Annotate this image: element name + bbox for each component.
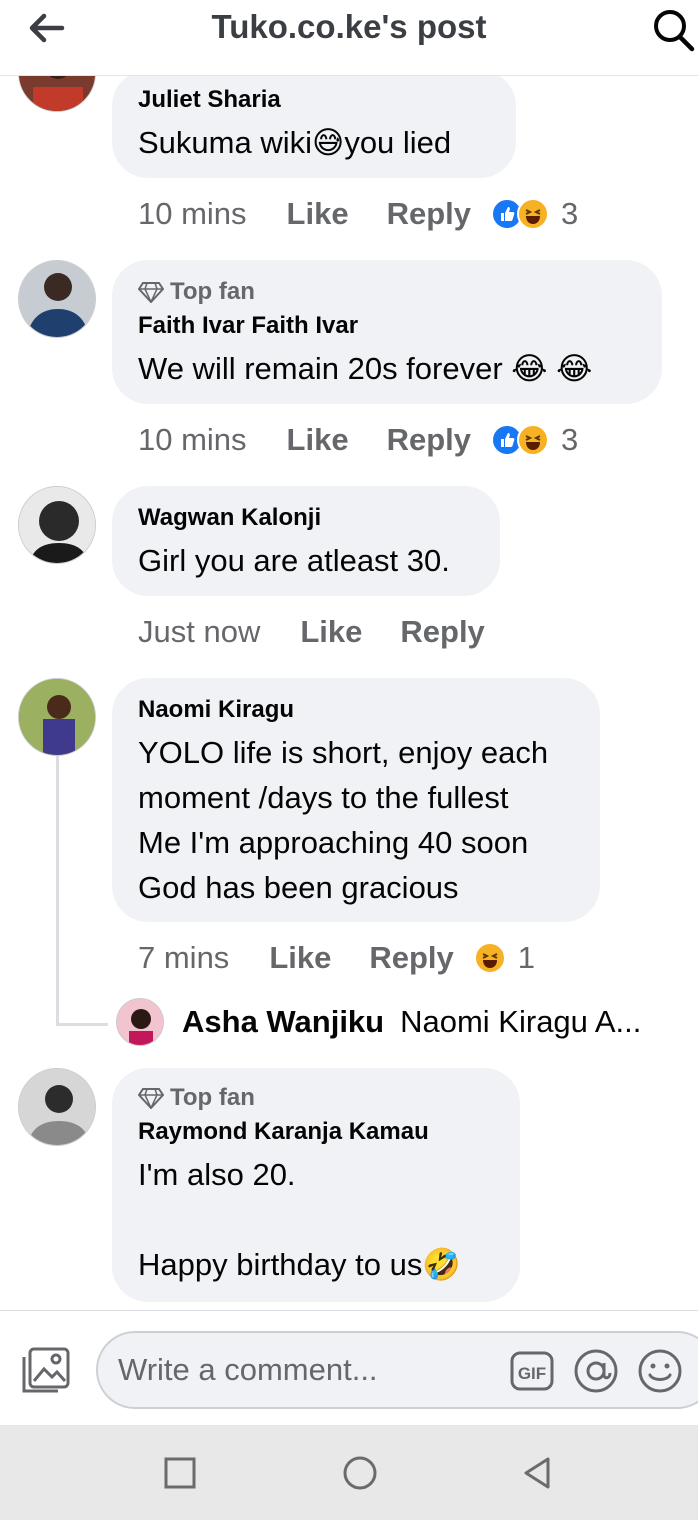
comment-actions: Just now Like Reply xyxy=(138,610,485,654)
top-fan-label: Top fan xyxy=(170,278,255,305)
top-bar: Tuko.co.ke's post xyxy=(0,0,698,76)
emoji-button[interactable] xyxy=(636,1347,684,1395)
comment-actions: 10 mins Like Reply 3 xyxy=(138,418,578,462)
photo-button[interactable] xyxy=(20,1343,74,1397)
mention-button[interactable] xyxy=(572,1347,620,1395)
system-nav-bar xyxy=(0,1425,698,1520)
photo-icon xyxy=(22,1347,70,1393)
top-fan-label: Top fan xyxy=(170,1084,255,1111)
comment-time[interactable]: 10 mins xyxy=(138,422,247,458)
reactions-summary[interactable]: 3 xyxy=(491,422,578,458)
comment-text: Girl you are atleast 30. xyxy=(138,543,450,578)
comment-actions: 10 mins Like Reply 3 xyxy=(138,192,578,236)
comment-time[interactable]: 10 mins xyxy=(138,196,247,232)
comment-input-wrapper: GIF xyxy=(96,1331,698,1409)
comment-composer: GIF xyxy=(0,1310,698,1425)
svg-text:GIF: GIF xyxy=(518,1364,546,1383)
comment-time[interactable]: 7 mins xyxy=(138,940,229,976)
reaction-count: 3 xyxy=(561,196,579,231)
search-button[interactable] xyxy=(652,4,696,52)
home-button[interactable] xyxy=(340,1453,380,1493)
nav-recents-icon xyxy=(164,1457,196,1489)
like-button[interactable]: Like xyxy=(269,940,331,976)
gif-icon: GIF xyxy=(510,1351,554,1391)
reactions-summary[interactable]: 3 xyxy=(491,196,578,232)
reply-button[interactable]: Reply xyxy=(387,422,471,458)
haha-reaction-icon xyxy=(517,424,549,456)
avatar[interactable] xyxy=(116,998,164,1046)
reaction-count: 1 xyxy=(517,940,536,975)
nav-home-icon xyxy=(343,1456,377,1490)
nav-back-icon xyxy=(524,1457,550,1489)
reply-preview[interactable]: Asha Wanjiku Naomi Kiragu A... xyxy=(116,996,641,1048)
top-fan-badge: Top fan xyxy=(138,278,636,306)
comment-bubble: Juliet Sharia Sukuma wiki😅you lied xyxy=(112,70,516,178)
haha-reaction-icon xyxy=(473,942,506,974)
avatar[interactable] xyxy=(18,486,96,564)
like-button[interactable]: Like xyxy=(300,614,362,650)
comment-author[interactable]: Juliet Sharia xyxy=(138,86,490,114)
comment-text: YOLO life is short, enjoy each moment /d… xyxy=(138,735,549,905)
reply-author[interactable]: Asha Wanjiku xyxy=(182,1004,384,1040)
like-button[interactable]: Like xyxy=(287,196,349,232)
comment-bubble: Top fan Raymond Karanja Kamau I'm also 2… xyxy=(112,1068,520,1302)
comment-text: We will remain 20s forever 😂 😂 xyxy=(138,351,593,386)
thread-line xyxy=(56,756,59,1026)
comment-time[interactable]: Just now xyxy=(138,614,260,650)
comment-actions: 7 mins Like Reply 1 xyxy=(138,936,535,980)
page-title: Tuko.co.ke's post xyxy=(211,8,487,45)
like-button[interactable]: Like xyxy=(287,422,349,458)
thread-line xyxy=(56,1023,108,1026)
comment-author[interactable]: Naomi Kiragu xyxy=(138,696,574,724)
reactions-summary[interactable]: 1 xyxy=(473,940,536,976)
emoji-icon xyxy=(638,1349,682,1393)
reaction-count: 3 xyxy=(561,422,579,457)
haha-reaction-icon xyxy=(517,198,549,230)
avatar[interactable] xyxy=(18,260,96,338)
comment-bubble: Naomi Kiragu YOLO life is short, enjoy e… xyxy=(112,678,600,922)
comment-text: Sukuma wiki😅you lied xyxy=(138,125,452,160)
reply-snippet[interactable]: Naomi Kiragu A... xyxy=(400,1004,641,1040)
comment-bubble: Wagwan Kalonji Girl you are atleast 30. xyxy=(112,486,500,596)
search-icon xyxy=(654,10,695,52)
gif-button[interactable]: GIF xyxy=(508,1347,556,1395)
top-fan-badge: Top fan xyxy=(138,1084,494,1112)
reply-button[interactable]: Reply xyxy=(369,940,453,976)
comment-author[interactable]: Wagwan Kalonji xyxy=(138,504,474,532)
mention-icon xyxy=(574,1349,618,1393)
recents-button[interactable] xyxy=(160,1453,200,1493)
comment-author[interactable]: Raymond Karanja Kamau xyxy=(138,1118,494,1146)
comment-text: I'm also 20. Happy birthday to us🤣 xyxy=(138,1157,461,1282)
avatar[interactable] xyxy=(18,678,96,756)
comment-bubble: Top fan Faith Ivar Faith Ivar We will re… xyxy=(112,260,662,404)
avatar[interactable] xyxy=(18,1068,96,1146)
diamond-icon xyxy=(138,282,164,303)
reply-button[interactable]: Reply xyxy=(387,196,471,232)
comment-input[interactable] xyxy=(118,1333,498,1407)
comments-feed[interactable]: Juliet Sharia Sukuma wiki😅you lied 10 mi… xyxy=(0,0,698,1310)
comment-author[interactable]: Faith Ivar Faith Ivar xyxy=(138,312,636,340)
reply-button[interactable]: Reply xyxy=(400,614,484,650)
back-nav-button[interactable] xyxy=(518,1453,558,1493)
diamond-icon xyxy=(138,1088,164,1109)
